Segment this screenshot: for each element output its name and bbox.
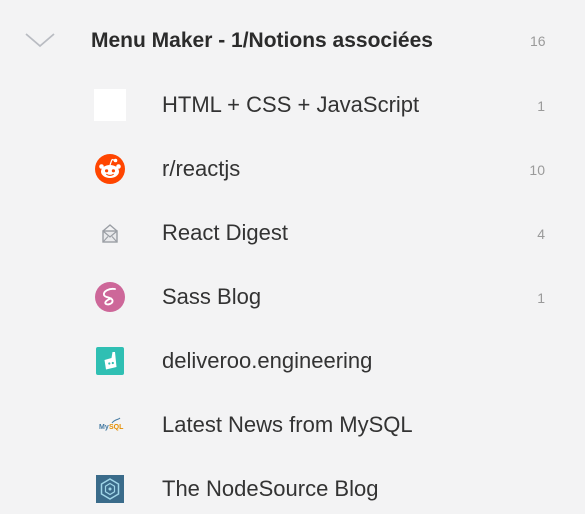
feed-item-deliveroo[interactable]: deliveroo.engineering [0, 334, 585, 386]
blank-favicon-icon [94, 89, 126, 121]
svg-text:My: My [99, 424, 109, 431]
feed-label: r/reactjs [162, 156, 241, 181]
feed-label: Sass Blog [162, 284, 262, 309]
feed-item-nodesource[interactable]: The NodeSource Blog [0, 462, 585, 514]
folder-menu-maker[interactable]: Menu Maker - 1/Notions associées 16 [0, 18, 585, 62]
folder-unread-count: 16 [530, 33, 546, 49]
sass-icon [95, 282, 125, 312]
feed-unread-count: 1 [537, 98, 545, 114]
feed-unread-count: 10 [529, 162, 545, 178]
feed-label: React Digest [162, 220, 288, 245]
feed-label: The NodeSource Blog [162, 476, 379, 501]
feed-label: HTML + CSS + JavaScript [162, 92, 420, 117]
feed-sidebar: Menu Maker - 1/Notions associées 16 HTML… [0, 0, 585, 505]
reddit-icon [95, 154, 125, 184]
feed-item-sass-blog[interactable]: Sass Blog 1 [0, 270, 585, 322]
feed-label: Latest News from MySQL [162, 412, 413, 437]
feed-item-html-css-js[interactable]: HTML + CSS + JavaScript 1 [0, 78, 585, 130]
feed-unread-count: 1 [537, 290, 545, 306]
feed-item-mysql-news[interactable]: My SQL Latest News from MySQL [0, 398, 585, 450]
feed-item-reactjs[interactable]: r/reactjs 10 [0, 142, 585, 194]
deliveroo-icon [96, 347, 124, 375]
feed-item-react-digest[interactable]: React Digest 4 [0, 206, 585, 258]
folder-title: Menu Maker - 1/Notions associées [91, 29, 433, 52]
mysql-icon: My SQL [96, 411, 124, 439]
envelope-icon [102, 224, 118, 243]
feed-label: deliveroo.engineering [162, 348, 373, 373]
feed-unread-count: 4 [537, 226, 545, 242]
chevron-down-icon[interactable] [22, 29, 58, 51]
nodesource-icon [96, 475, 124, 503]
svg-text:SQL: SQL [109, 424, 124, 431]
